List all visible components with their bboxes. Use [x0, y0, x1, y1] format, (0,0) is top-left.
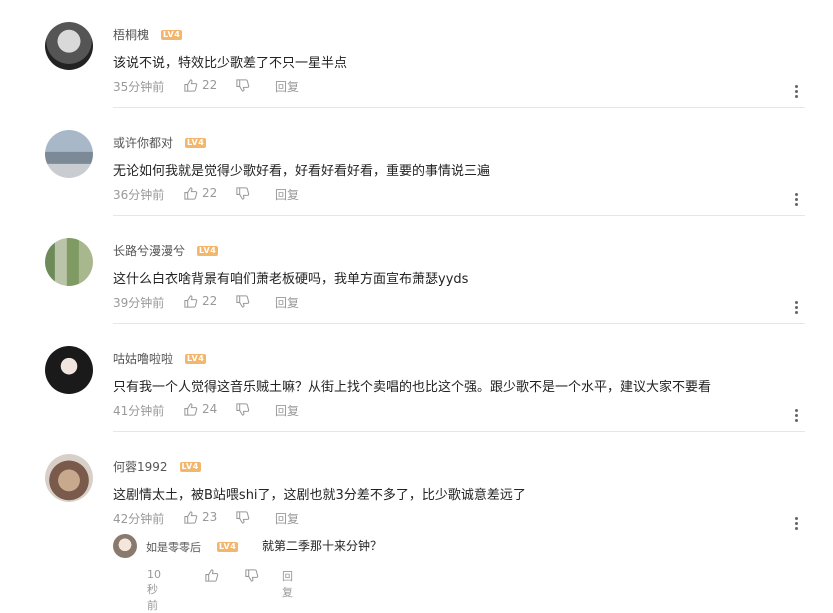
dislike-button[interactable]: [235, 294, 250, 312]
thumbs-down-icon: [236, 187, 250, 200]
timestamp: 36分钟前: [113, 188, 165, 202]
username[interactable]: 或许你都对: [113, 136, 173, 150]
level-badge: LV4: [197, 246, 219, 256]
like-button[interactable]: [183, 186, 198, 204]
username[interactable]: 长路兮漫漫兮: [113, 244, 185, 258]
like-button[interactable]: [183, 78, 198, 96]
level-badge: LV4: [179, 462, 201, 472]
thumbs-up-icon: [184, 79, 198, 92]
comment-text: 这剧情太土，被B站喂shi了，这剧也就3分差不多了，比少歌诚意差远了: [113, 488, 526, 503]
dislike-button[interactable]: [235, 186, 250, 204]
thumbs-up-icon: [184, 295, 198, 308]
timestamp: 35分钟前: [113, 80, 165, 94]
level-badge: LV4: [161, 30, 183, 40]
avatar[interactable]: [45, 22, 93, 70]
reply-button[interactable]: 回复: [275, 294, 299, 311]
avatar[interactable]: [45, 346, 93, 394]
dislike-button[interactable]: [244, 568, 259, 586]
dislike-button[interactable]: [235, 510, 250, 528]
level-badge: LV4: [185, 138, 207, 148]
thumbs-up-icon: [205, 569, 219, 582]
reply-button[interactable]: 回复: [275, 402, 299, 419]
divider: [113, 107, 805, 108]
timestamp: 41分钟前: [113, 404, 165, 418]
reply-button[interactable]: 回复: [275, 510, 299, 527]
thumbs-down-icon: [245, 569, 259, 582]
reply-button[interactable]: 回复: [275, 78, 299, 95]
more-options-icon[interactable]: [795, 409, 799, 423]
like-button[interactable]: [183, 510, 198, 528]
thumbs-up-icon: [184, 511, 198, 524]
more-options-icon[interactable]: [795, 85, 799, 99]
username[interactable]: 何蓉1992: [113, 460, 168, 474]
timestamp: 42分钟前: [113, 512, 165, 526]
thumbs-up-icon: [184, 403, 198, 416]
like-count: 23: [202, 510, 218, 524]
level-badge: LV4: [185, 354, 207, 364]
like-count: 24: [202, 402, 218, 416]
avatar[interactable]: [45, 238, 93, 286]
like-count: 22: [202, 294, 218, 308]
username[interactable]: 咕姑噜啦啦: [113, 352, 173, 366]
like-button[interactable]: [204, 568, 219, 586]
comment-text: 只有我一个人觉得这音乐贼土嘛？从街上找个卖唱的也比这个强。跟少歌不是一个水平，建…: [113, 380, 712, 395]
level-badge: LV4: [217, 542, 239, 552]
dislike-button[interactable]: [235, 402, 250, 420]
comment-text: 这什么白衣啥背景有咱们萧老板硬吗，我单方面宣布萧瑟yyds: [113, 272, 469, 287]
comment-text: 该说不说，特效比少歌差了不只一星半点: [113, 56, 348, 71]
thumbs-down-icon: [236, 295, 250, 308]
like-count: 22: [202, 78, 218, 92]
more-options-icon[interactable]: [795, 517, 799, 531]
dislike-button[interactable]: [235, 78, 250, 96]
comment-text: 无论如何我就是觉得少歌好看，好看好看好看，重要的事情说三遍: [113, 164, 491, 179]
divider: [113, 323, 805, 324]
avatar[interactable]: [45, 454, 93, 502]
reply-text: 就第二季那十来分钟？: [262, 539, 383, 553]
username[interactable]: 梧桐槐: [113, 28, 149, 42]
timestamp: 10秒前: [147, 568, 161, 612]
avatar[interactable]: [113, 534, 137, 558]
avatar[interactable]: [45, 130, 93, 178]
reply-button[interactable]: 回复: [275, 186, 299, 203]
username[interactable]: 如是零零后: [146, 541, 201, 554]
like-button[interactable]: [183, 402, 198, 420]
like-button[interactable]: [183, 294, 198, 312]
thumbs-down-icon: [236, 511, 250, 524]
like-count: 22: [202, 186, 218, 200]
divider: [113, 215, 805, 216]
more-options-icon[interactable]: [795, 301, 799, 315]
reply-button[interactable]: 回复: [282, 568, 293, 600]
divider: [113, 431, 805, 432]
thumbs-down-icon: [236, 79, 250, 92]
timestamp: 39分钟前: [113, 296, 165, 310]
thumbs-down-icon: [236, 403, 250, 416]
more-options-icon[interactable]: [795, 193, 799, 207]
thumbs-up-icon: [184, 187, 198, 200]
